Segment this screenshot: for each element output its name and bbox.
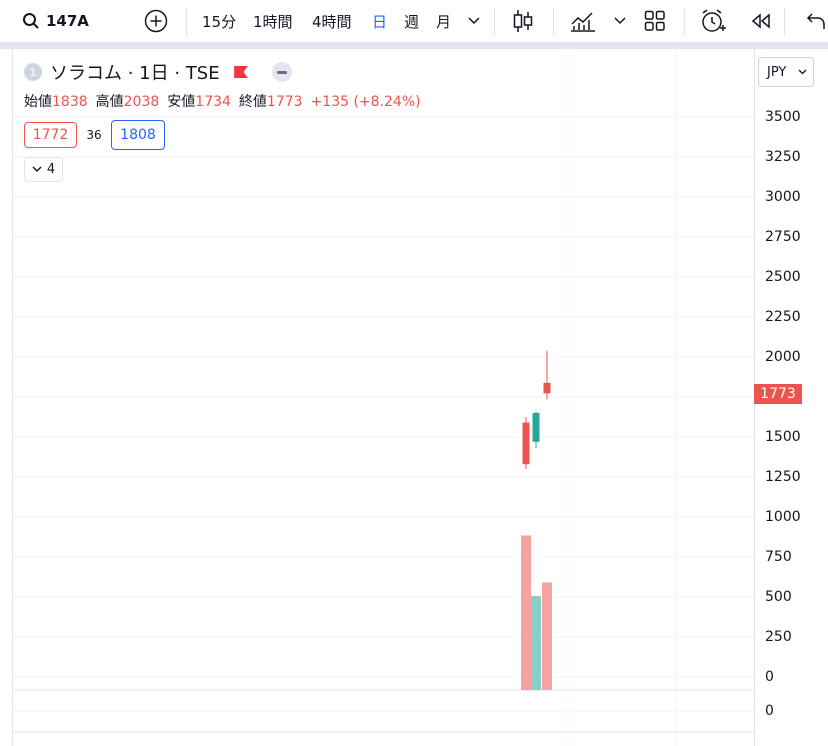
candle-body: [522, 422, 530, 465]
price-tick-label: 2750: [765, 229, 801, 245]
price-tick-label: 500: [765, 589, 792, 605]
price-tick-label: 0: [765, 669, 774, 685]
change-value: +135 (+8.24%): [310, 94, 421, 110]
volume-bar: [521, 535, 531, 690]
series-title[interactable]: ソラコム · 1日 · TSE: [50, 59, 220, 85]
price-tick-label: 1500: [765, 429, 801, 445]
indicators-toggle-button[interactable]: 4: [24, 157, 63, 182]
collapse-series-button[interactable]: [271, 62, 292, 82]
buy-button[interactable]: 1808: [111, 120, 165, 150]
high-value: 2038: [123, 94, 160, 110]
candle-body: [543, 382, 551, 394]
close-label: 終値: [238, 94, 267, 110]
ohlc-values: 始値1838 高値2038 安値1734 終値1773 +135 (+8.24%): [24, 91, 421, 111]
volume-bar: [542, 582, 552, 690]
candle-body: [532, 413, 540, 442]
price-tick-label: 3000: [765, 189, 801, 205]
last-price-label: 1773: [754, 384, 802, 404]
open-value: 1838: [52, 94, 88, 110]
price-tick-label: 3500: [765, 109, 801, 125]
pane-badge: 1: [24, 63, 42, 81]
volume-pane-tick: 0: [765, 703, 774, 719]
price-tick-label: 2500: [765, 269, 801, 285]
chart-canvas: [13, 49, 828, 746]
low-value: 1734: [195, 94, 231, 110]
flag-icon[interactable]: [233, 66, 248, 78]
sell-button[interactable]: 1772: [24, 122, 77, 148]
price-tick-label: 2250: [765, 309, 801, 325]
open-label: 始値: [24, 94, 52, 110]
currency-label: JPY: [767, 64, 787, 80]
currency-select[interactable]: JPY: [758, 57, 814, 87]
low-label: 安値: [167, 94, 196, 110]
high-label: 高値: [95, 94, 124, 110]
price-tick-label: 3250: [765, 149, 801, 165]
price-tick-label: 1250: [765, 469, 801, 485]
spread-value: 36: [86, 128, 102, 142]
chevron-down-icon: [32, 166, 42, 173]
price-tick-label: 250: [765, 629, 792, 645]
close-value: 1773: [266, 94, 303, 110]
price-tick-label: 1000: [765, 509, 801, 525]
series-legend: 1 ソラコム · 1日 · TSE: [24, 58, 292, 86]
price-tick-label: 2000: [765, 349, 801, 365]
bid-ask-row: 1772 36 1808: [24, 120, 165, 150]
minus-icon: [276, 70, 287, 74]
price-tick-label: 750: [765, 549, 792, 565]
indicators-count: 4: [46, 162, 56, 177]
chevron-down-icon: [798, 69, 807, 75]
volume-bar: [531, 595, 541, 690]
